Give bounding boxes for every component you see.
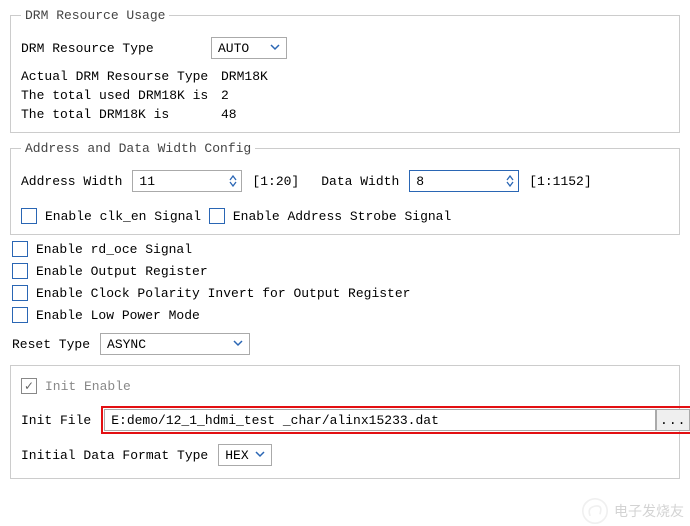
options-section: Enable rd_oce Signal Enable Output Regis… (12, 241, 678, 355)
init-group: ✓ Init Enable Init File E:demo/12_1_hdmi… (10, 365, 680, 479)
spin-arrows-icon[interactable] (506, 175, 514, 187)
address-width-range: [1:20] (252, 174, 299, 189)
enable-output-register-label: Enable Output Register (36, 264, 208, 279)
init-file-input[interactable]: E:demo/12_1_hdmi_test _char/alinx15233.d… (104, 409, 656, 431)
browse-button[interactable]: ... (656, 409, 690, 431)
data-width-value: 8 (416, 174, 424, 189)
checkbox-box-icon (209, 208, 225, 224)
address-width-label: Address Width (21, 174, 122, 189)
initial-data-format-value: HEX (225, 448, 248, 463)
checkbox-checked-icon: ✓ (21, 378, 37, 394)
addr-legend: Address and Data Width Config (21, 141, 255, 156)
enable-clk-en-checkbox[interactable]: Enable clk_en Signal (21, 208, 201, 224)
enable-clock-polarity-checkbox[interactable]: Enable Clock Polarity Invert for Output … (12, 285, 678, 301)
watermark-logo-icon (582, 498, 608, 524)
data-width-label: Data Width (321, 174, 399, 189)
checkbox-box-icon (12, 263, 28, 279)
actual-drm-value: DRM18K (221, 69, 268, 84)
data-width-range: [1:1152] (529, 174, 591, 189)
enable-low-power-checkbox[interactable]: Enable Low Power Mode (12, 307, 678, 323)
total-drm-label: The total DRM18K is (21, 107, 221, 122)
drm-resource-usage-group: DRM Resource Usage DRM Resource Type AUT… (10, 8, 680, 133)
reset-type-value: ASYNC (107, 337, 146, 352)
enable-output-register-checkbox[interactable]: Enable Output Register (12, 263, 678, 279)
address-width-value: 11 (139, 174, 155, 189)
enable-address-strobe-checkbox[interactable]: Enable Address Strobe Signal (209, 208, 451, 224)
checkbox-box-icon (21, 208, 37, 224)
reset-type-label: Reset Type (12, 337, 90, 352)
address-data-width-group: Address and Data Width Config Address Wi… (10, 141, 680, 235)
init-file-highlight: E:demo/12_1_hdmi_test _char/alinx15233.d… (101, 406, 690, 434)
enable-address-strobe-label: Enable Address Strobe Signal (233, 209, 451, 224)
initial-data-format-label: Initial Data Format Type (21, 448, 208, 463)
chevron-down-icon (255, 448, 265, 463)
checkbox-box-icon (12, 285, 28, 301)
init-file-label: Init File (21, 413, 91, 428)
drm-legend: DRM Resource Usage (21, 8, 169, 23)
initial-data-format-select[interactable]: HEX (218, 444, 272, 466)
address-width-input[interactable]: 11 (132, 170, 242, 192)
enable-rd-oce-checkbox[interactable]: Enable rd_oce Signal (12, 241, 678, 257)
init-enable-checkbox: ✓ Init Enable (21, 378, 131, 394)
total-used-label: The total used DRM18K is (21, 88, 221, 103)
enable-rd-oce-label: Enable rd_oce Signal (36, 242, 192, 257)
data-width-input[interactable]: 8 (409, 170, 519, 192)
chevron-down-icon (270, 41, 280, 56)
drm-type-label: DRM Resource Type (21, 41, 201, 56)
checkbox-box-icon (12, 241, 28, 257)
init-enable-label: Init Enable (45, 379, 131, 394)
watermark: 电子发烧友 (582, 498, 684, 524)
enable-clock-polarity-label: Enable Clock Polarity Invert for Output … (36, 286, 410, 301)
chevron-down-icon (233, 337, 243, 352)
drm-type-value: AUTO (218, 41, 249, 56)
checkbox-box-icon (12, 307, 28, 323)
actual-drm-label: Actual DRM Resourse Type (21, 69, 221, 84)
reset-type-select[interactable]: ASYNC (100, 333, 250, 355)
watermark-text: 电子发烧友 (614, 501, 684, 521)
total-used-value: 2 (221, 88, 229, 103)
spin-arrows-icon[interactable] (229, 175, 237, 187)
init-file-value: E:demo/12_1_hdmi_test _char/alinx15233.d… (111, 413, 439, 428)
drm-type-select[interactable]: AUTO (211, 37, 287, 59)
enable-low-power-label: Enable Low Power Mode (36, 308, 200, 323)
enable-clk-en-label: Enable clk_en Signal (45, 209, 201, 224)
total-drm-value: 48 (221, 107, 237, 122)
